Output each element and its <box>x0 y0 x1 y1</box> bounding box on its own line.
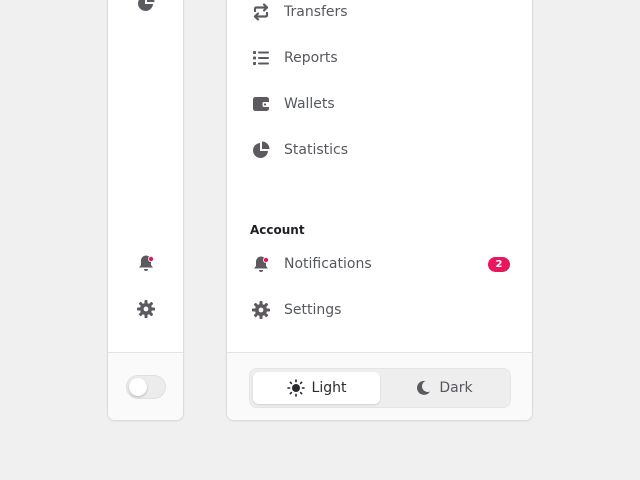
notification-count-badge: 2 <box>488 256 510 272</box>
app-canvas: Transfers Reports Wallets Statistics Acc… <box>0 0 640 480</box>
moon-icon <box>414 379 432 397</box>
sidebar-item-settings[interactable]: Settings <box>227 290 532 330</box>
sidebar-item-label: Reports <box>284 50 338 66</box>
bell-icon[interactable] <box>136 253 156 273</box>
sidebar-item-label: Statistics <box>284 142 348 158</box>
list-icon <box>250 47 272 69</box>
theme-option-label: Light <box>311 380 347 396</box>
sidebar-item-transfers[interactable]: Transfers <box>227 0 532 32</box>
pie-chart-icon[interactable] <box>136 0 156 13</box>
theme-option-dark[interactable]: Dark <box>380 372 507 404</box>
section-title-account: Account <box>250 223 305 237</box>
gear-icon <box>250 299 272 321</box>
sidebar-item-label: Notifications <box>284 256 372 272</box>
collapsed-sidebar-footer <box>108 352 183 420</box>
sidebar-footer: Light Dark <box>227 352 532 420</box>
transfer-icon <box>250 1 272 23</box>
gear-icon[interactable] <box>136 299 156 319</box>
collapsed-sidebar <box>107 0 184 421</box>
pie-chart-icon <box>250 139 272 161</box>
sidebar-item-wallets[interactable]: Wallets <box>227 84 532 124</box>
sidebar-item-label: Wallets <box>284 96 335 112</box>
sidebar-item-reports[interactable]: Reports <box>227 38 532 78</box>
expanded-sidebar: Transfers Reports Wallets Statistics Acc… <box>226 0 533 421</box>
theme-toggle[interactable] <box>126 375 166 399</box>
sidebar-item-label: Settings <box>284 302 342 318</box>
sidebar-item-notifications[interactable]: Notifications 2 <box>227 244 532 284</box>
sun-icon <box>286 379 305 397</box>
theme-option-light[interactable]: Light <box>253 372 380 404</box>
sidebar-item-label: Transfers <box>284 4 348 20</box>
sidebar-item-statistics[interactable]: Statistics <box>227 130 532 170</box>
toggle-knob <box>129 378 147 396</box>
bell-icon <box>250 253 272 275</box>
theme-option-label: Dark <box>439 380 473 396</box>
theme-switcher: Light Dark <box>249 368 511 408</box>
wallet-icon <box>250 93 272 115</box>
